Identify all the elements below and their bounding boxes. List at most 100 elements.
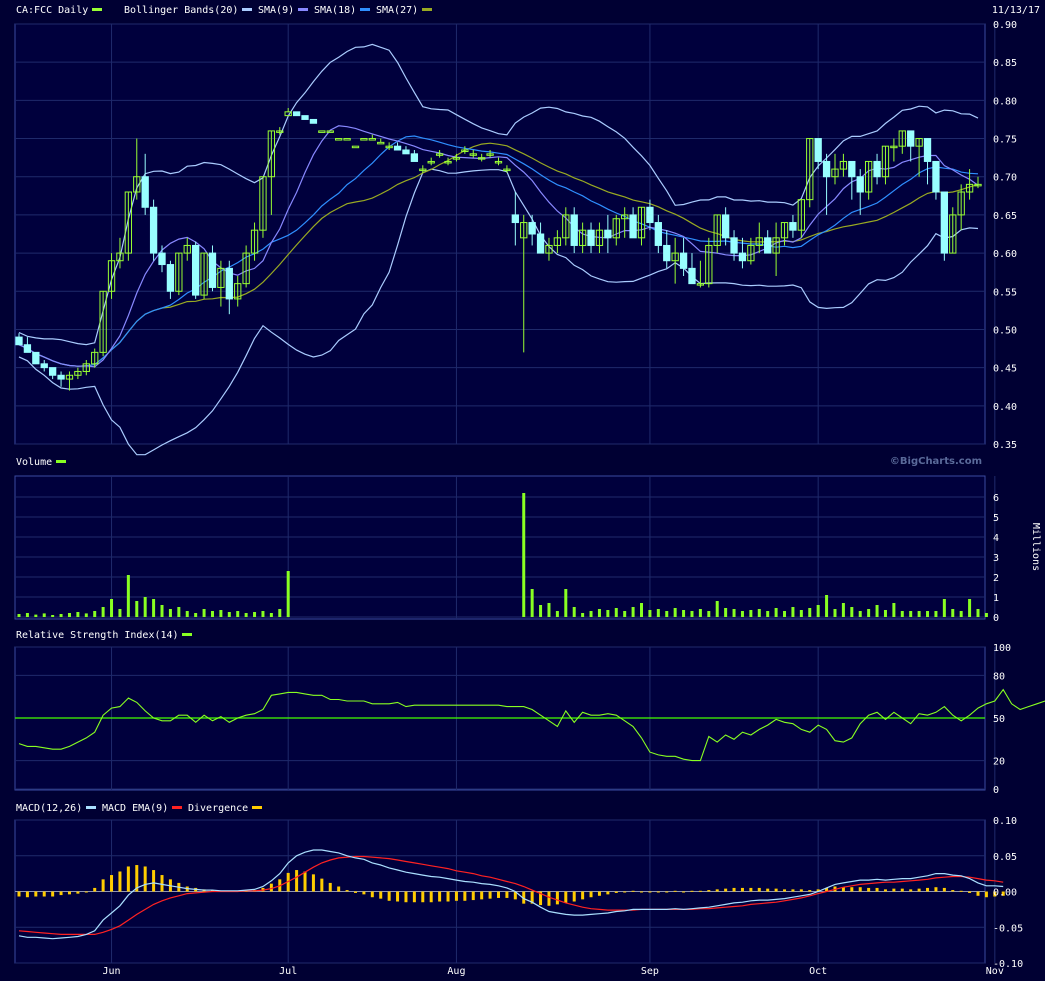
legend-label: MACD(12,26) — [16, 803, 82, 814]
divergence-bar — [488, 891, 492, 899]
legend-swatch — [172, 806, 182, 809]
rsi-legend: Relative Strength Index(14) — [16, 630, 192, 641]
candle-body — [149, 206, 158, 254]
volume-bar — [194, 613, 198, 617]
volume-bar — [808, 608, 812, 617]
candle-body — [23, 344, 32, 353]
volume-bar — [67, 613, 71, 617]
price-panel — [14, 23, 986, 445]
divergence-bar — [59, 891, 63, 896]
volume-bar — [976, 609, 980, 617]
volume-bar — [253, 612, 257, 617]
rsi-tick-label: 80 — [993, 671, 1005, 682]
volume-bar — [547, 603, 551, 617]
volume-bar — [774, 608, 778, 617]
divergence-bar — [547, 891, 551, 906]
volume-bar — [236, 611, 240, 617]
volume-bar — [110, 599, 114, 617]
divergence-bar — [715, 889, 719, 892]
x-axis-month-label: Nov — [986, 966, 1004, 977]
divergence-bar — [67, 891, 71, 895]
volume-bar — [875, 605, 879, 617]
legend-swatch — [242, 8, 252, 11]
candle-body — [738, 252, 747, 262]
legend-swatch — [422, 8, 432, 11]
volume-bar — [118, 609, 122, 617]
divergence-bar — [311, 874, 315, 892]
divergence-bar — [118, 871, 122, 892]
divergence-bar — [858, 887, 862, 892]
divergence-bar — [328, 882, 332, 892]
volume-bar — [51, 615, 55, 617]
volume-bar — [269, 613, 273, 617]
volume-bar — [522, 493, 526, 617]
divergence-bar — [808, 890, 812, 892]
volume-bar — [690, 611, 694, 617]
candle-body — [764, 237, 772, 254]
price-tick-label: 0.50 — [993, 325, 1017, 336]
volume-bar — [909, 611, 913, 617]
divergence-bar — [34, 891, 38, 897]
candle-body — [57, 374, 65, 380]
volume-tick-label: 1 — [993, 593, 999, 604]
divergence-bar — [951, 890, 955, 892]
volume-bar — [959, 611, 963, 617]
divergence-bar — [421, 891, 425, 903]
divergence-bar — [690, 890, 694, 892]
divergence-bar — [942, 887, 946, 892]
divergence-bar — [850, 887, 854, 892]
macd-tick-label: 0.00 — [993, 888, 1017, 899]
volume-bar — [160, 605, 164, 617]
divergence-bar — [631, 890, 635, 892]
price-tick-label: 0.35 — [993, 440, 1017, 451]
divergence-bar — [320, 878, 324, 892]
volume-bar — [261, 611, 265, 617]
volume-bar — [135, 601, 139, 617]
volume-bar — [732, 609, 736, 617]
candle-body — [158, 252, 166, 266]
candle-body — [141, 176, 149, 208]
divergence-bar — [17, 891, 21, 897]
divergence-bar — [337, 886, 341, 892]
divergence-bar — [909, 889, 913, 892]
divergence-bar — [379, 891, 383, 899]
divergence-bar — [665, 891, 669, 893]
legend-label: CA:FCC Daily — [16, 5, 88, 16]
divergence-bar — [892, 888, 896, 892]
volume-bar — [707, 611, 711, 617]
volume-tick-label: 2 — [993, 573, 999, 584]
divergence-bar — [84, 891, 88, 893]
divergence-bar — [463, 891, 467, 901]
x-axis-month-label: Jun — [103, 966, 121, 977]
volume-bar — [883, 610, 887, 617]
volume-tick-label: 4 — [993, 533, 999, 544]
divergence-bar — [160, 875, 164, 892]
volume-bar — [917, 611, 921, 617]
rsi-tick-label: 0 — [993, 785, 999, 796]
divergence-bar — [404, 891, 408, 903]
divergence-bar — [926, 887, 930, 892]
candle-body — [410, 153, 419, 162]
legend-swatch — [298, 8, 308, 11]
divergence-bar — [362, 891, 366, 895]
divergence-bar — [740, 887, 744, 892]
macd-tick-label: -0.05 — [993, 923, 1023, 934]
volume-bar — [202, 609, 206, 617]
candle-body — [208, 252, 217, 288]
candle-body — [309, 118, 318, 124]
divergence-bar — [640, 891, 644, 893]
divergence-bar — [917, 888, 921, 892]
volume-bar — [757, 609, 761, 617]
divergence-bar — [867, 887, 871, 892]
price-tick-label: 0.60 — [993, 249, 1017, 260]
divergence-bar — [143, 866, 147, 892]
legend-label: SMA(9) — [258, 5, 294, 16]
candle-body — [536, 233, 545, 254]
volume-bar — [589, 611, 593, 617]
candle-body — [402, 149, 410, 155]
volume-bar — [42, 613, 46, 617]
candle-body — [225, 267, 233, 300]
legend-label: MACD EMA(9) — [102, 803, 168, 814]
divergence-bar — [471, 891, 475, 901]
candle-body — [604, 229, 612, 239]
